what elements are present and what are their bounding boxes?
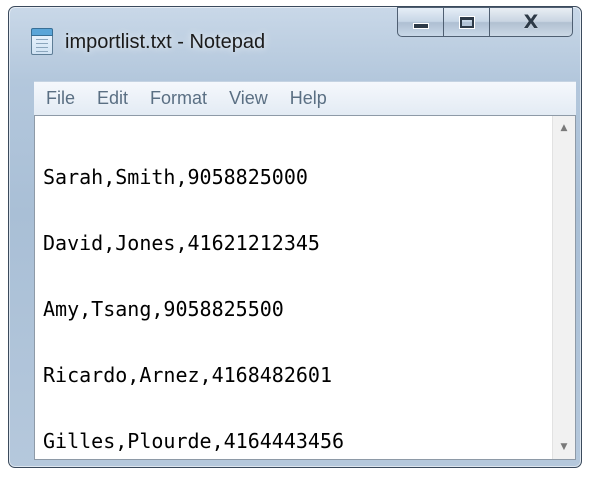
scroll-up-arrow-icon[interactable]: ▲ bbox=[553, 118, 575, 138]
minimize-button[interactable] bbox=[397, 7, 443, 37]
notepad-icon[interactable] bbox=[31, 28, 53, 55]
vertical-scrollbar[interactable]: ▲ ▼ bbox=[552, 116, 575, 459]
minimize-icon bbox=[412, 23, 429, 29]
window-title: importlist.txt - Notepad bbox=[65, 31, 266, 53]
menu-bar: File Edit Format View Help bbox=[34, 81, 576, 115]
text-line: Gilles,Plourde,4164443456 bbox=[43, 429, 345, 453]
text-line: Sarah,Smith,9058825000 bbox=[43, 165, 308, 189]
scroll-down-arrow-icon[interactable]: ▼ bbox=[553, 437, 575, 457]
text-line: David,Jones,41621212345 bbox=[43, 231, 320, 255]
maximize-icon bbox=[458, 15, 475, 29]
maximize-button[interactable] bbox=[443, 7, 489, 37]
caption-buttons: X bbox=[397, 7, 573, 37]
text-editor[interactable]: Sarah,Smith,9058825000 David,Jones,41621… bbox=[34, 115, 576, 460]
notepad-window: importlist.txt - Notepad X File Edit For… bbox=[8, 6, 582, 468]
title-bar[interactable]: importlist.txt - Notepad X bbox=[9, 7, 581, 79]
menu-help[interactable]: Help bbox=[290, 88, 339, 109]
menu-view[interactable]: View bbox=[229, 88, 280, 109]
menu-edit[interactable]: Edit bbox=[97, 88, 140, 109]
editor-text[interactable]: Sarah,Smith,9058825000 David,Jones,41621… bbox=[43, 122, 551, 496]
menu-format[interactable]: Format bbox=[150, 88, 219, 109]
text-line: Ricardo,Arnez,4168482601 bbox=[43, 363, 332, 387]
text-line: Amy,Tsang,9058825500 bbox=[43, 297, 284, 321]
close-button[interactable]: X bbox=[489, 7, 573, 37]
close-icon: X bbox=[523, 10, 539, 33]
menu-file[interactable]: File bbox=[46, 88, 87, 109]
